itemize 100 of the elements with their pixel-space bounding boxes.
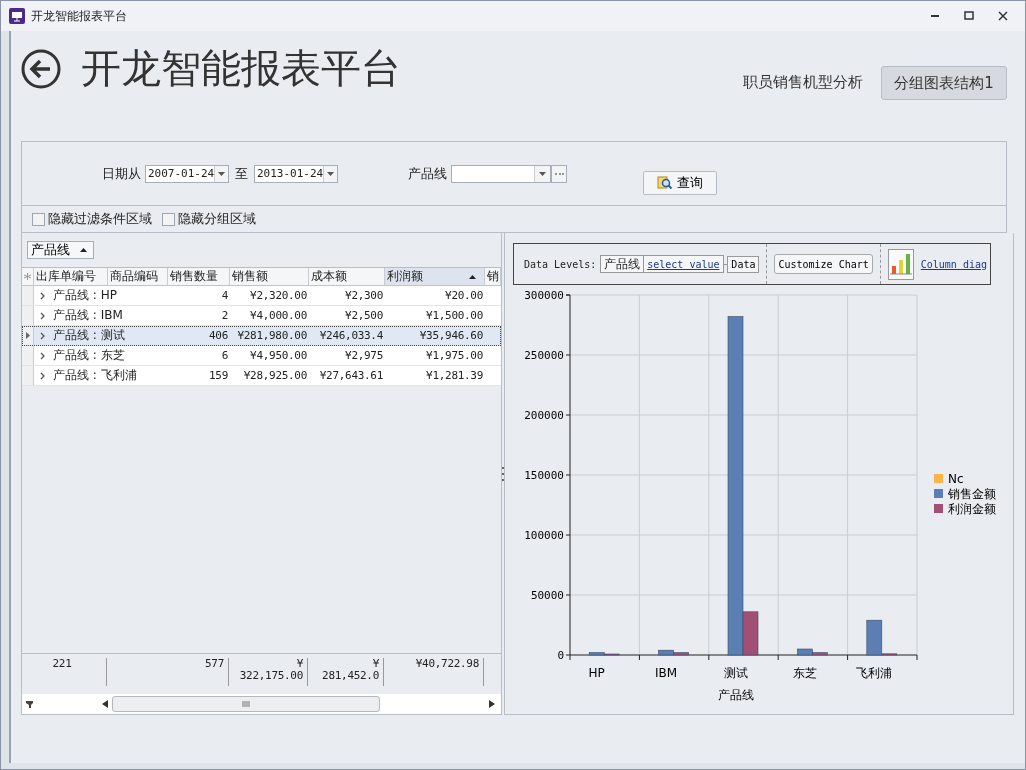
x-tick-label: HP xyxy=(588,666,605,680)
back-button[interactable] xyxy=(21,49,61,89)
field-label: 日期从 xyxy=(102,164,141,183)
query-button[interactable]: 查询 xyxy=(643,170,717,195)
sort-ascending-icon xyxy=(469,274,476,279)
structure-button[interactable]: 分组图表结构1 xyxy=(881,66,1007,100)
table-cell-text: 159 xyxy=(208,368,229,384)
x-tick-label: 东芝 xyxy=(792,666,817,680)
maximize-icon xyxy=(964,11,974,21)
option-checkbox[interactable]: 隐藏过滤条件区域 xyxy=(32,210,152,228)
column-header[interactable]: 销 xyxy=(485,268,501,285)
table-cell-text: ¥35,946.60 xyxy=(418,328,484,344)
caret-icon xyxy=(327,171,335,176)
dropdown-button[interactable] xyxy=(323,165,337,182)
chevron-icon xyxy=(40,351,45,360)
table-cell-text: ¥2,975 xyxy=(344,348,384,364)
group-label: 产品线 : HP xyxy=(53,287,117,304)
table-cell-text: ¥1,281.39 xyxy=(425,368,484,384)
group-row[interactable]: 产品线 : 东芝 6 ¥4,950.00 ¥2,975 ¥1,975.00 xyxy=(22,346,501,366)
table-cell-text: ¥4,000.00 xyxy=(249,308,308,324)
table-cell-text: ¥2,500 xyxy=(344,308,384,324)
table-cell-text: ¥20.00 xyxy=(444,288,484,304)
y-tick-label: 200000 xyxy=(524,409,564,422)
table-cell-text: ¥246,033.4 xyxy=(318,328,384,344)
table-cell-text: ¥1,975.00 xyxy=(425,348,484,364)
chevron-icon xyxy=(40,331,45,340)
chevron-icon xyxy=(40,311,45,320)
table-cell-text: 2 xyxy=(220,308,229,324)
table-cell-text: ¥27,643.61 xyxy=(318,368,384,384)
y-tick-label: 300000 xyxy=(524,289,564,302)
group-row[interactable]: 产品线 : 测试 406 ¥281,980.00 ¥246,033.4 ¥35,946.60 xyxy=(22,326,501,346)
app-icon xyxy=(9,8,25,24)
caret-icon xyxy=(539,171,546,176)
table-cell-text: ¥2,320.00 xyxy=(249,288,308,304)
x-axis-title: 产品线 xyxy=(717,688,754,702)
y-tick-label: 100000 xyxy=(524,529,564,542)
x-tick-label: 飞利浦 xyxy=(856,666,893,680)
summary-cell: ¥ 281,452.0 xyxy=(308,658,384,686)
field-label: 产品线 xyxy=(408,164,447,183)
data-chip[interactable]: Data xyxy=(727,255,760,273)
legend-label: 利润金额 xyxy=(948,502,996,516)
group-row[interactable]: 产品线 : IBM 2 ¥4,000.00 ¥2,500 ¥1,500.00 xyxy=(22,306,501,326)
x-tick-label: IBM xyxy=(655,666,678,680)
x-tick-label: 测试 xyxy=(723,666,748,680)
group-by-chip[interactable]: 产品线 xyxy=(27,241,94,259)
table-cell-text: ¥1,500.00 xyxy=(425,308,484,324)
column-header[interactable]: 商品编码 xyxy=(108,268,168,285)
report-name: 职员销售机型分析 xyxy=(743,73,863,92)
option-checkbox[interactable]: 隐藏分组区域 xyxy=(162,210,256,228)
group-label: 产品线 : 东芝 xyxy=(53,347,125,364)
column-header[interactable]: 利润额 xyxy=(385,268,485,285)
table-cell-text: 6 xyxy=(220,348,229,364)
legend-label: Nc xyxy=(948,472,964,486)
more-button[interactable] xyxy=(551,164,567,183)
search-icon xyxy=(657,174,673,191)
group-label: 产品线 : 飞利浦 xyxy=(53,367,137,384)
chevron-icon xyxy=(40,371,45,380)
table-cell-text: 4 xyxy=(220,288,229,304)
table-cell-text: ¥281,980.00 xyxy=(236,328,308,344)
caret-icon xyxy=(218,171,226,176)
group-label: 产品线 : IBM xyxy=(53,307,123,324)
data-levels-label: Data Levels: xyxy=(524,258,597,270)
window-title: 开龙智能报表平台 xyxy=(31,7,128,25)
group-label: 产品线 : 测试 xyxy=(53,327,125,344)
table-cell-text: ¥4,950.00 xyxy=(249,348,308,364)
minimize-icon xyxy=(930,15,940,17)
column-header[interactable]: 出库单编号 xyxy=(34,268,108,285)
summary-cell: ¥ 322,175.00 xyxy=(229,658,308,686)
group-row[interactable]: 产品线 : HP 4 ¥2,320.00 ¥2,300 ¥20.00 xyxy=(22,286,501,306)
date-field[interactable]: 2013-01-24 xyxy=(254,164,338,183)
column-header[interactable]: 销售额 xyxy=(230,268,309,285)
field-label: 至 xyxy=(235,164,248,183)
table-cell-text: ¥2,300 xyxy=(344,288,384,304)
group-row[interactable]: 产品线 : 飞利浦 159 ¥28,925.00 ¥27,643.61 ¥1,281.39 xyxy=(22,366,501,386)
summary-cell: ¥40,722.98 xyxy=(384,658,484,686)
dropdown-button[interactable] xyxy=(214,165,228,182)
page-title: 开龙智能报表平台 xyxy=(81,44,402,93)
chevron-icon xyxy=(40,291,45,300)
sort-icon xyxy=(80,248,87,252)
chart-type-link[interactable]: Column diag xyxy=(917,258,990,270)
y-tick-label: 0 xyxy=(557,649,564,662)
summary-cell: 221 xyxy=(22,658,107,686)
row-pointer-icon xyxy=(25,332,30,339)
select-value-link[interactable]: select value xyxy=(644,258,723,270)
legend-label: 销售金额 xyxy=(948,487,996,501)
scrollbar-thumb[interactable] xyxy=(112,696,380,712)
dropdown-button[interactable] xyxy=(534,165,550,182)
combo-field[interactable] xyxy=(451,164,551,183)
scroll-left-icon[interactable] xyxy=(102,700,108,708)
ellipsis-icon xyxy=(554,172,564,175)
customize-chart-button[interactable]: Customize Chart xyxy=(774,254,873,274)
close-icon xyxy=(998,11,1008,21)
summary-cell: 577 xyxy=(107,658,229,686)
column-header[interactable]: 销售数量 xyxy=(168,268,230,285)
y-tick-label: 50000 xyxy=(530,589,564,602)
date-field[interactable]: 2007-01-24 xyxy=(145,164,229,183)
y-tick-label: 150000 xyxy=(524,469,564,482)
data-level-chip[interactable]: 产品线 select value xyxy=(600,255,724,273)
scroll-right-icon[interactable] xyxy=(489,700,495,708)
column-chart-button[interactable] xyxy=(887,248,914,280)
